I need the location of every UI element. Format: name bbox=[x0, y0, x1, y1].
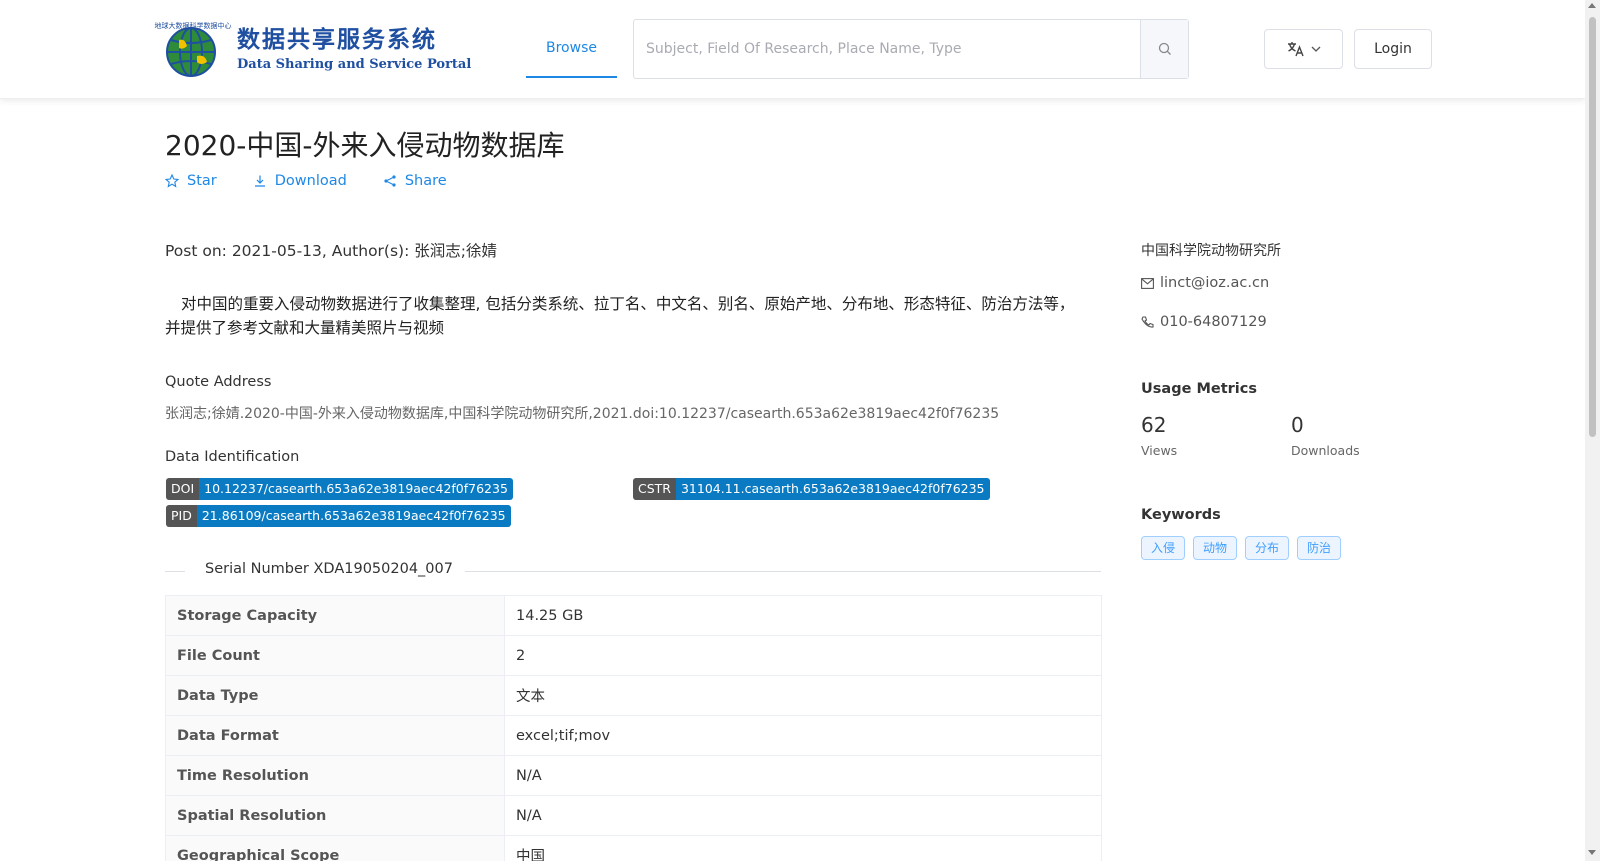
search-input[interactable] bbox=[634, 20, 1140, 78]
dataset-description: 对中国的重要入侵动物数据进行了收集整理, 包括分类系统、拉丁名、中文名、别名、原… bbox=[165, 295, 1075, 337]
table-row: Spatial Resolution N/A bbox=[165, 795, 1102, 836]
post-info: Post on: 2021-05-13, Author(s): 张润志;徐婧 bbox=[165, 242, 497, 260]
table-key: Spatial Resolution bbox=[165, 795, 505, 836]
site-logo[interactable]: 地球大数据科学数据中心 数据共享服务系统 Data Sharing and Se… bbox=[153, 20, 471, 80]
table-value: 中国 bbox=[504, 835, 1102, 861]
table-row: Storage Capacity 14.25 GB bbox=[165, 595, 1102, 636]
usage-metrics-title: Usage Metrics bbox=[1141, 381, 1257, 397]
table-row: Data Type 文本 bbox=[165, 675, 1102, 716]
star-icon bbox=[165, 174, 179, 188]
table-key: Time Resolution bbox=[165, 755, 505, 796]
phone-icon bbox=[1141, 315, 1154, 328]
pid-badge[interactable]: PID 21.86109/casearth.653a62e3819aec42f0… bbox=[166, 505, 511, 527]
data-identification-label: Data Identification bbox=[165, 449, 300, 465]
logo-title-en: Data Sharing and Service Portal bbox=[237, 57, 472, 72]
page-scrollbar[interactable] bbox=[1585, 0, 1600, 861]
table-key: Storage Capacity bbox=[165, 595, 505, 636]
contact-phone[interactable]: 010-64807129 bbox=[1141, 314, 1267, 330]
scroll-down-arrow-icon[interactable] bbox=[1588, 850, 1596, 855]
dataset-info-table: Storage Capacity 14.25 GB File Count 2 Dat… bbox=[165, 595, 1102, 861]
downloads-label: Downloads bbox=[1291, 443, 1360, 458]
table-value: N/A bbox=[504, 755, 1102, 796]
star-label: Star bbox=[187, 173, 217, 189]
logo-title-cn: 数据共享服务系统 bbox=[237, 27, 437, 53]
star-button[interactable]: Star bbox=[165, 173, 217, 189]
keyword-tag[interactable]: 动物 bbox=[1193, 536, 1238, 560]
cstr-badge-label: CSTR bbox=[633, 478, 676, 500]
table-key: Geographical Scope bbox=[165, 835, 505, 861]
organization-name: 中国科学院动物研究所 bbox=[1141, 243, 1281, 259]
keywords-title: Keywords bbox=[1141, 507, 1221, 523]
dataset-actions: Star Download Share bbox=[165, 173, 447, 189]
share-icon bbox=[384, 175, 396, 187]
email-text: linct@ioz.ac.cn bbox=[1160, 275, 1270, 291]
share-label: Share bbox=[404, 173, 447, 189]
table-row: File Count 2 bbox=[165, 635, 1102, 676]
scroll-thumb[interactable] bbox=[1589, 17, 1596, 437]
table-key: Data Type bbox=[165, 675, 505, 716]
divider-line bbox=[165, 571, 185, 572]
views-count: 62 bbox=[1141, 413, 1167, 437]
keyword-tag[interactable]: 防治 bbox=[1297, 536, 1342, 560]
keyword-tag[interactable]: 分布 bbox=[1245, 536, 1290, 560]
share-button[interactable]: Share bbox=[383, 173, 447, 189]
pid-badge-value: 21.86109/casearth.653a62e3819aec42f0f762… bbox=[196, 505, 511, 527]
logo-text: 数据共享服务系统 Data Sharing and Service Portal bbox=[237, 26, 471, 74]
views-label: Views bbox=[1141, 443, 1178, 458]
downloads-count: 0 bbox=[1291, 413, 1304, 437]
table-row: Geographical Scope 中国 bbox=[165, 835, 1102, 861]
serial-number-divider: Serial Number XDA19050204_007 bbox=[165, 561, 1101, 581]
quote-address-label: Quote Address bbox=[165, 374, 272, 390]
cstr-badge-value: 31104.11.casearth.653a62e3819aec42f0f762… bbox=[675, 478, 990, 500]
table-row: Time Resolution N/A bbox=[165, 755, 1102, 796]
download-icon bbox=[254, 175, 265, 187]
table-value: N/A bbox=[504, 795, 1102, 836]
contact-email[interactable]: linct@ioz.ac.cn bbox=[1141, 275, 1269, 291]
table-key: File Count bbox=[165, 635, 505, 676]
divider-line bbox=[465, 571, 1101, 572]
doi-badge[interactable]: DOI 10.12237/casearth.653a62e3819aec42f0… bbox=[166, 478, 513, 500]
cstr-badge[interactable]: CSTR 31104.11.casearth.653a62e3819aec42f… bbox=[633, 478, 990, 500]
language-switch-button[interactable] bbox=[1264, 29, 1343, 69]
svg-text:地球大数据科学数据中心: 地球大数据科学数据中心 bbox=[155, 21, 232, 30]
search-icon bbox=[1158, 42, 1171, 55]
pid-badge-label: PID bbox=[166, 505, 197, 527]
chevron-down-icon bbox=[1311, 46, 1320, 52]
keyword-tag[interactable]: 入侵 bbox=[1141, 536, 1186, 560]
phone-text: 010-64807129 bbox=[1160, 314, 1267, 330]
table-key: Data Format bbox=[165, 715, 505, 756]
download-button[interactable]: Download bbox=[253, 173, 347, 189]
scroll-up-arrow-icon[interactable] bbox=[1588, 3, 1596, 8]
serial-number: Serial Number XDA19050204_007 bbox=[205, 561, 453, 577]
globe-logo-icon: 地球大数据科学数据中心 bbox=[155, 21, 232, 77]
table-value: excel;tif;mov bbox=[504, 715, 1102, 756]
search-box bbox=[633, 19, 1189, 79]
doi-badge-value: 10.12237/casearth.653a62e3819aec42f0f762… bbox=[199, 478, 513, 500]
login-button[interactable]: Login bbox=[1354, 29, 1432, 69]
table-value: 2 bbox=[504, 635, 1102, 676]
doi-badge-label: DOI bbox=[166, 478, 200, 500]
download-label: Download bbox=[274, 173, 347, 189]
table-value: 14.25 GB bbox=[504, 595, 1102, 636]
search-button[interactable] bbox=[1140, 20, 1188, 78]
page-title: 2020-中国-外来入侵动物数据库 bbox=[165, 129, 565, 162]
quote-address: 张润志;徐婧.2020-中国-外来入侵动物数据库,中国科学院动物研究所,2021… bbox=[165, 406, 1000, 422]
mail-icon bbox=[1141, 277, 1154, 289]
translate-icon bbox=[1287, 42, 1304, 57]
table-value: 文本 bbox=[504, 675, 1102, 716]
nav-browse-tab[interactable]: Browse bbox=[526, 0, 617, 78]
top-header: 地球大数据科学数据中心 数据共享服务系统 Data Sharing and Se… bbox=[0, 0, 1585, 99]
table-row: Data Format excel;tif;mov bbox=[165, 715, 1102, 756]
